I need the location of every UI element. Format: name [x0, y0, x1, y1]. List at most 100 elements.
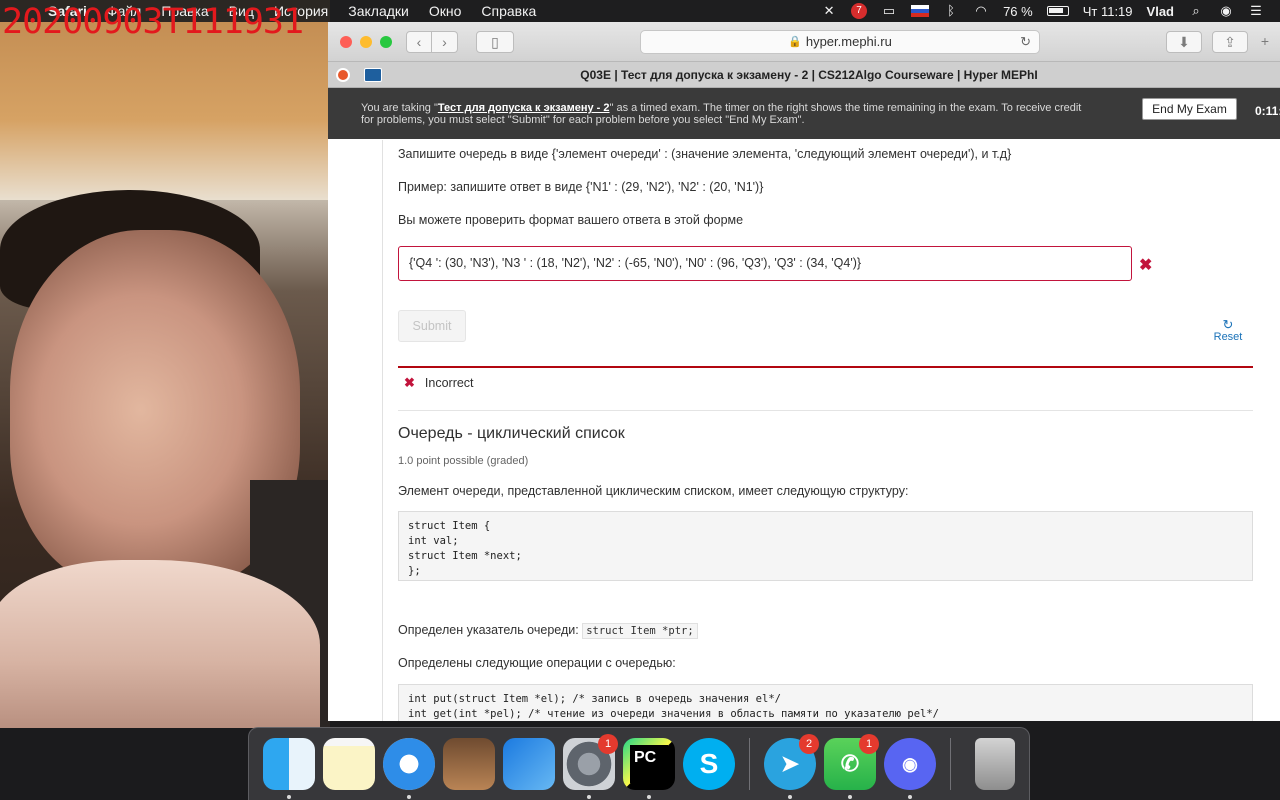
zoom-window-button[interactable] [380, 35, 392, 48]
running-indicator [287, 795, 291, 799]
running-indicator [848, 795, 852, 799]
dock-badge: 2 [799, 734, 819, 754]
timed-exam-banner: You are taking "Тест для допуска к экзам… [328, 88, 1280, 139]
refresh-icon: ↻ [1222, 317, 1234, 332]
dock-garageband[interactable] [443, 738, 495, 790]
macos-dock: 1 PC S ➤ 2 ✆ 1 ◉ [248, 727, 1030, 800]
tab-favicon-pinned[interactable] [328, 62, 358, 88]
window-controls [328, 35, 392, 48]
reset-button[interactable]: ↻ Reset [1210, 318, 1246, 343]
dock-facetime[interactable]: ✆ 1 [824, 734, 879, 799]
tab-bar: Q03E | Тест для допуска к экзамену - 2 |… [328, 62, 1280, 88]
new-tab-button[interactable]: + [1258, 31, 1272, 53]
running-indicator [407, 795, 411, 799]
menubar-clock[interactable]: Чт 11:19 [1083, 4, 1133, 19]
tab-screen-share[interactable] [358, 62, 388, 88]
dock-trash[interactable] [975, 738, 1015, 790]
dock-xcode[interactable] [503, 738, 555, 790]
dock-telegram[interactable]: ➤ 2 [764, 734, 819, 799]
course-content: Запишите очередь в виде {'элемент очеред… [328, 140, 1280, 721]
struct-code-block: struct Item { int val; struct Item *next… [398, 511, 1253, 581]
problem-example: Пример: запишите ответ в виде {'N1' : (2… [398, 180, 764, 194]
dock-notes[interactable] [323, 738, 375, 790]
forward-button[interactable]: › [432, 30, 458, 53]
exam-name-link[interactable]: Тест для допуска к экзамену - 2 [438, 102, 610, 114]
content-border [382, 140, 383, 721]
notification-center-icon[interactable]: ☰ [1248, 4, 1264, 18]
gamepad-icon: ◉ [902, 753, 918, 774]
menu-bookmarks[interactable]: Закладки [338, 3, 419, 19]
dock-system-preferences[interactable]: 1 [563, 734, 618, 799]
exam-timer: 0:11: [1255, 104, 1280, 118]
exam-banner-message: You are taking "Тест для допуска к экзам… [361, 102, 1091, 126]
battery-percent[interactable]: 76 % [1003, 4, 1033, 19]
reset-label: Reset [1213, 331, 1243, 343]
menubar-user[interactable]: Vlad [1147, 4, 1174, 19]
end-my-exam-button[interactable]: End My Exam [1142, 98, 1237, 120]
running-indicator [908, 795, 912, 799]
spotlight-search-icon[interactable]: ⌕ [1188, 4, 1204, 18]
incorrect-icon: ✖ [1139, 257, 1153, 274]
operations-intro: Определены следующие операции с очередью… [398, 656, 676, 670]
problem-title: Очередь - циклический список [398, 425, 625, 442]
pointer-code: struct Item *ptr; [582, 623, 698, 639]
safari-window: ‹ › ▯ 🔒 hyper.mephi.ru ↻ ⬇ ⇪ + Q03E | Те… [328, 22, 1280, 721]
dock-separator [749, 738, 750, 790]
bluetooth-icon[interactable]: ᛒ [943, 4, 959, 18]
lock-icon: 🔒 [788, 36, 802, 48]
dock-pycharm[interactable]: PC [623, 738, 675, 799]
wifi-icon[interactable]: ◠ [973, 4, 989, 18]
chat-icon[interactable]: ▭ [881, 4, 897, 18]
pinned-site-icon [336, 67, 350, 82]
menu-window[interactable]: Окно [419, 3, 472, 19]
close-window-button[interactable] [340, 35, 352, 48]
paper-plane-icon: ➤ [780, 751, 800, 776]
incorrect-divider [398, 366, 1253, 368]
submit-button[interactable]: Submit [398, 310, 466, 342]
dock-skype[interactable]: S [683, 738, 735, 790]
dock-badge: 1 [859, 734, 879, 754]
phone-icon: ✆ [840, 751, 860, 776]
recording-timestamp: 20200903T111931 [2, 2, 304, 42]
minimize-window-button[interactable] [360, 35, 372, 48]
answer-input[interactable]: {'Q4 ': (30, 'N3'), 'N3 ' : (18, 'N2'), … [398, 246, 1132, 281]
dock-separator [950, 738, 951, 790]
browser-toolbar: ‹ › ▯ 🔒 hyper.mephi.ru ↻ ⬇ ⇪ + [328, 22, 1280, 62]
reload-icon[interactable]: ↻ [1020, 34, 1031, 50]
sidebar-toggle-button[interactable]: ▯ [476, 30, 514, 53]
webcam-person-arm [0, 560, 320, 728]
pointer-text: Определен указатель очереди: [398, 623, 583, 637]
pycharm-logo: PC [630, 745, 668, 783]
problem-points: 1.0 point possible (graded) [398, 455, 529, 467]
dock-finder[interactable] [263, 738, 315, 799]
siri-icon[interactable]: ◉ [1218, 4, 1234, 18]
close-x-icon: ✖ [404, 375, 415, 390]
active-tab-title[interactable]: Q03E | Тест для допуска к экзамену - 2 |… [388, 68, 1280, 82]
running-indicator [788, 795, 792, 799]
russian-flag-icon[interactable] [911, 5, 930, 17]
downloads-button[interactable]: ⬇ [1166, 30, 1202, 53]
back-button[interactable]: ‹ [406, 30, 432, 53]
operations-code-block: int put(struct Item *el); /* запись в оч… [398, 684, 1253, 721]
notification-badge[interactable]: 7 [851, 3, 868, 19]
dock-safari[interactable] [383, 738, 435, 799]
problem-instruction: Запишите очередь в виде {'элемент очеред… [398, 147, 1012, 161]
problem-check-hint: Вы можете проверить формат вашего ответа… [398, 213, 744, 227]
dock-discord[interactable]: ◉ [884, 738, 936, 799]
pointer-definition: Определен указатель очереди: struct Item… [398, 623, 698, 639]
dock-badge: 1 [598, 734, 618, 754]
address-url: hyper.mephi.ru [805, 34, 892, 49]
toolbar-right-actions: ⬇ ⇪ + [1166, 30, 1280, 53]
menu-help[interactable]: Справка [471, 3, 546, 19]
exam-banner-prefix: You are taking " [361, 102, 438, 114]
status-notification: ✖ Incorrect [404, 375, 474, 391]
webcam-overlay [0, 0, 330, 728]
problem-divider [398, 410, 1253, 411]
screen-share-icon [364, 67, 382, 82]
running-indicator [647, 795, 651, 799]
battery-icon[interactable] [1046, 6, 1069, 16]
address-bar[interactable]: 🔒 hyper.mephi.ru ↻ [640, 29, 1040, 54]
share-button[interactable]: ⇪ [1212, 30, 1248, 53]
status-tool-icon[interactable]: ✕ [821, 4, 837, 18]
running-indicator [587, 795, 591, 799]
